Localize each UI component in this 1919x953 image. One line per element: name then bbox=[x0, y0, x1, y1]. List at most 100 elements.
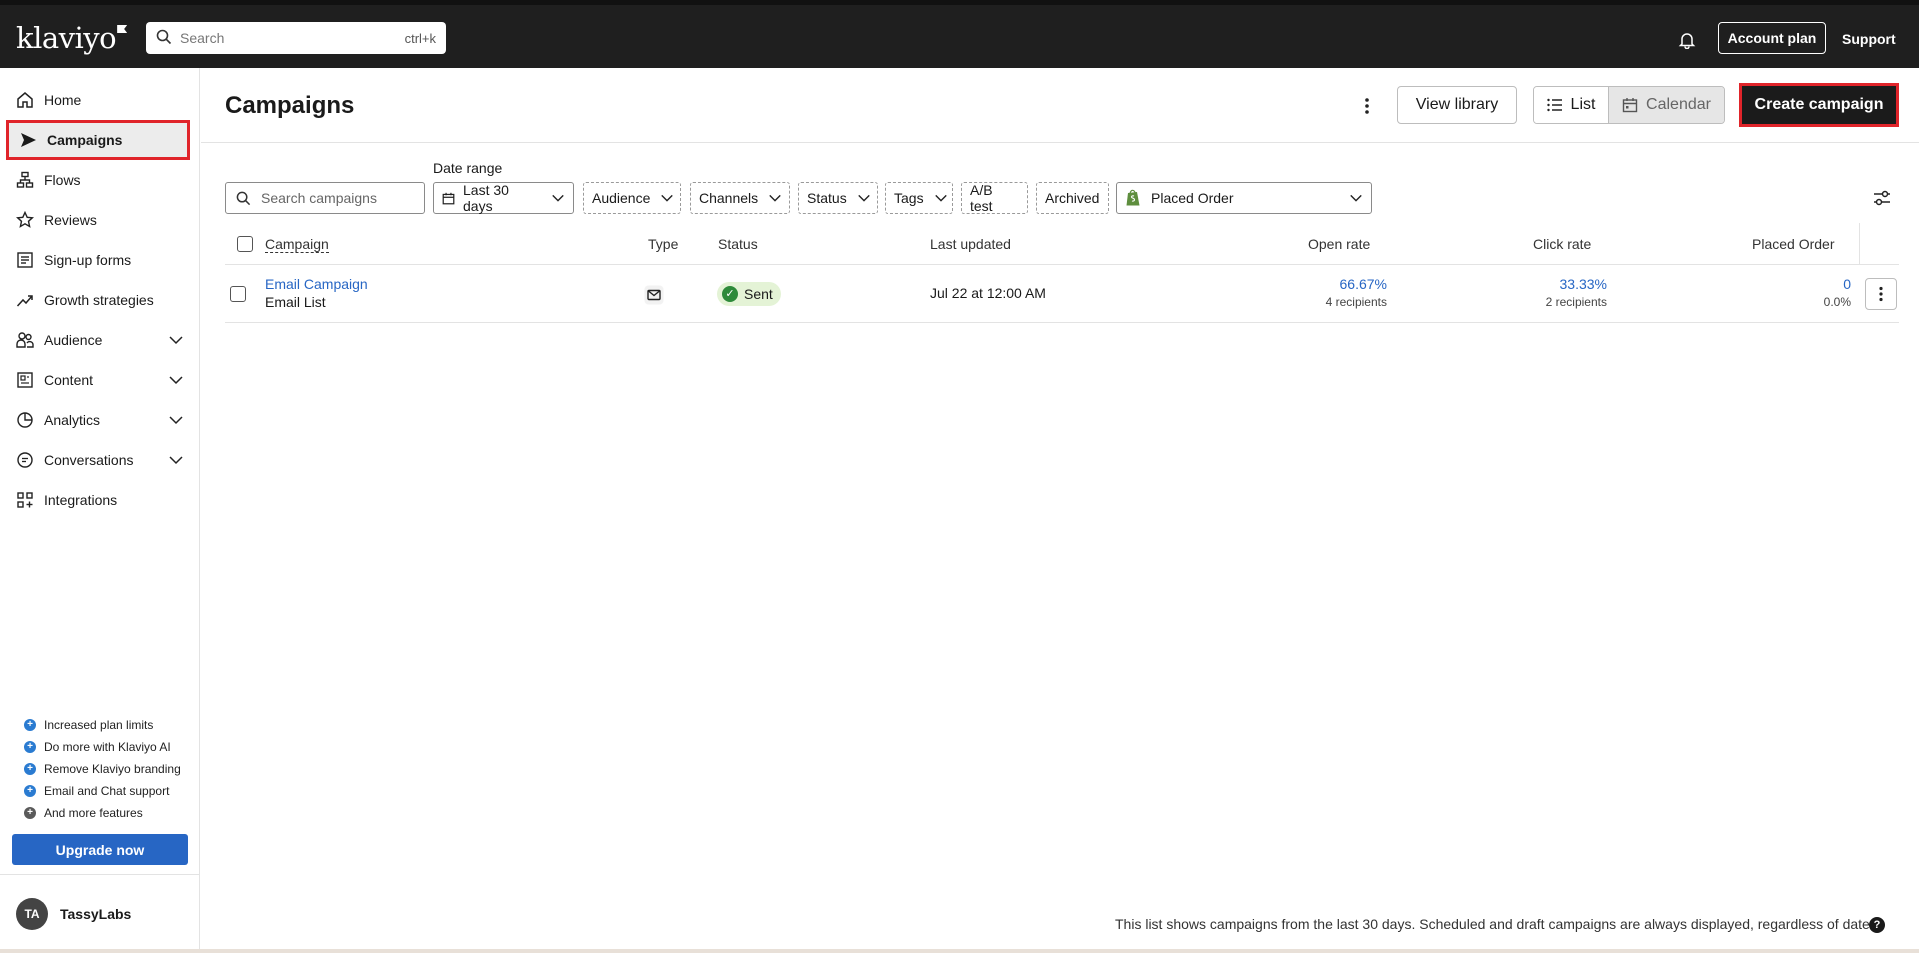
date-range-dropdown[interactable]: Last 30 days bbox=[433, 182, 574, 214]
view-library-button[interactable]: View library bbox=[1397, 86, 1517, 124]
help-icon[interactable]: ? bbox=[1869, 917, 1885, 933]
metric-dropdown-value: Placed Order bbox=[1151, 190, 1234, 206]
calendar-icon bbox=[442, 192, 455, 205]
sidebar-item-label: Integrations bbox=[44, 492, 118, 508]
sidebar-item-label: Flows bbox=[44, 172, 81, 188]
search-placeholder: Search bbox=[180, 30, 225, 46]
column-header-last-updated: Last updated bbox=[930, 236, 1011, 252]
open-rate-cell: 66.67% 4 recipients bbox=[1225, 276, 1387, 309]
column-settings-icon[interactable] bbox=[1872, 188, 1892, 211]
global-search-input[interactable]: Search ctrl+k bbox=[146, 22, 446, 54]
sidebar-item-label: Home bbox=[44, 92, 82, 108]
upgrade-now-button[interactable]: Upgrade now bbox=[12, 834, 188, 865]
perk-label: Remove Klaviyo branding bbox=[44, 762, 181, 776]
click-rate-recipients: 2 recipients bbox=[1545, 295, 1607, 309]
header-divider bbox=[201, 142, 1919, 143]
campaign-name-link[interactable]: Email Campaign bbox=[265, 276, 368, 292]
create-campaign-button[interactable]: Create campaign bbox=[1739, 83, 1899, 127]
form-icon bbox=[16, 251, 34, 269]
calendar-view-button[interactable]: Calendar bbox=[1609, 87, 1724, 123]
people-icon bbox=[16, 331, 34, 349]
sidebar-item-growth-strategies[interactable]: Growth strategies bbox=[6, 280, 190, 320]
row-actions-button[interactable] bbox=[1865, 278, 1897, 310]
tags-filter[interactable]: Tags bbox=[885, 182, 953, 214]
sidebar-item-label: Conversations bbox=[44, 452, 134, 468]
flows-icon bbox=[16, 171, 34, 189]
bottom-edge bbox=[0, 949, 1919, 953]
sidebar-item-conversations[interactable]: Conversations bbox=[6, 440, 190, 480]
open-rate-recipients: 4 recipients bbox=[1325, 295, 1387, 309]
select-all-checkbox[interactable] bbox=[237, 236, 253, 252]
chevron-down-icon bbox=[934, 191, 948, 205]
page-title: Campaigns bbox=[225, 92, 355, 119]
audience-filter[interactable]: Audience bbox=[583, 182, 681, 214]
archived-filter[interactable]: Archived bbox=[1036, 182, 1109, 214]
chevron-down-icon bbox=[768, 191, 782, 205]
plus-icon: + bbox=[24, 719, 36, 731]
table-row[interactable]: Email Campaign Email List ✓ Sent Jul 22 … bbox=[225, 265, 1899, 323]
status-filter-label: Status bbox=[807, 190, 847, 206]
column-header-open-rate: Open rate bbox=[1308, 236, 1371, 252]
sidebar-item-label: Audience bbox=[44, 332, 103, 348]
support-link[interactable]: Support bbox=[1842, 31, 1896, 47]
placed-order-percent: 0.0% bbox=[1823, 295, 1851, 309]
perk-item: + Email and Chat support bbox=[24, 780, 181, 802]
notifications-bell-icon[interactable] bbox=[1678, 31, 1696, 52]
channels-filter[interactable]: Channels bbox=[690, 182, 790, 214]
click-rate-value[interactable]: 33.33% bbox=[1445, 276, 1607, 292]
sidebar-item-label: Campaigns bbox=[47, 132, 123, 148]
plus-icon: + bbox=[24, 763, 36, 775]
chevron-down-icon bbox=[1349, 191, 1363, 205]
more-options-icon[interactable] bbox=[1359, 96, 1375, 119]
check-circle-icon: ✓ bbox=[722, 286, 738, 302]
metric-dropdown[interactable]: Placed Order bbox=[1116, 182, 1372, 214]
date-range-value: Last 30 days bbox=[463, 182, 509, 214]
perk-label: Do more with Klaviyo AI bbox=[44, 740, 171, 754]
shopify-icon bbox=[1125, 189, 1141, 207]
chevron-down-icon bbox=[168, 412, 184, 428]
account-plan-button[interactable]: Account plan bbox=[1718, 22, 1826, 54]
pie-icon bbox=[16, 411, 34, 429]
sidebar-item-campaigns[interactable]: Campaigns bbox=[6, 120, 190, 160]
column-header-type: Type bbox=[648, 236, 679, 252]
logo-text: klaviyo bbox=[16, 21, 117, 55]
list-view-button[interactable]: List bbox=[1534, 87, 1609, 123]
main-content: Campaigns View library List Calendar Cre… bbox=[201, 68, 1919, 953]
placed-order-value[interactable]: 0 bbox=[1725, 276, 1851, 292]
logo-flag-icon bbox=[117, 25, 128, 33]
tags-filter-label: Tags bbox=[894, 190, 924, 206]
sidebar-item-reviews[interactable]: Reviews bbox=[6, 200, 190, 240]
column-header-campaign[interactable]: Campaign bbox=[265, 236, 329, 253]
chevron-down-icon bbox=[168, 372, 184, 388]
email-icon bbox=[644, 285, 664, 308]
last-updated-value: Jul 22 at 12:00 AM bbox=[930, 285, 1046, 301]
status-badge: ✓ Sent bbox=[717, 282, 781, 306]
sidebar-item-integrations[interactable]: Integrations bbox=[6, 480, 190, 520]
placed-order-cell: 0 0.0% bbox=[1725, 276, 1851, 309]
account-switcher[interactable]: TA TassyLabs bbox=[0, 874, 199, 953]
plan-perks-list: + Increased plan limits + Do more with Kla… bbox=[24, 714, 181, 824]
perk-label: Email and Chat support bbox=[44, 784, 170, 798]
sidebar-item-signup-forms[interactable]: Sign-up forms bbox=[6, 240, 190, 280]
perk-item: + And more features bbox=[24, 802, 181, 824]
sidebar-item-label: Sign-up forms bbox=[44, 252, 132, 268]
row-checkbox[interactable] bbox=[230, 286, 246, 302]
klaviyo-logo[interactable]: klaviyo bbox=[16, 21, 128, 55]
perk-item: + Do more with Klaviyo AI bbox=[24, 736, 181, 758]
campaign-search-input[interactable]: Search campaigns bbox=[225, 182, 425, 214]
sidebar-item-analytics[interactable]: Analytics bbox=[6, 400, 190, 440]
sidebar-item-flows[interactable]: Flows bbox=[6, 160, 190, 200]
perk-item: + Increased plan limits bbox=[24, 714, 181, 736]
campaigns-table: Campaign Type Status Last updated Open r… bbox=[225, 223, 1899, 323]
perk-label: And more features bbox=[44, 806, 143, 820]
open-rate-value[interactable]: 66.67% bbox=[1225, 276, 1387, 292]
sidebar-item-content[interactable]: Content bbox=[6, 360, 190, 400]
column-divider bbox=[1859, 223, 1860, 265]
avatar: TA bbox=[16, 898, 48, 930]
status-filter[interactable]: Status bbox=[798, 182, 878, 214]
sidebar-item-home[interactable]: Home bbox=[6, 80, 190, 120]
content-icon bbox=[16, 371, 34, 389]
channels-filter-label: Channels bbox=[699, 190, 759, 206]
sidebar-item-audience[interactable]: Audience bbox=[6, 320, 190, 360]
ab-test-filter[interactable]: A/B test bbox=[961, 182, 1028, 214]
